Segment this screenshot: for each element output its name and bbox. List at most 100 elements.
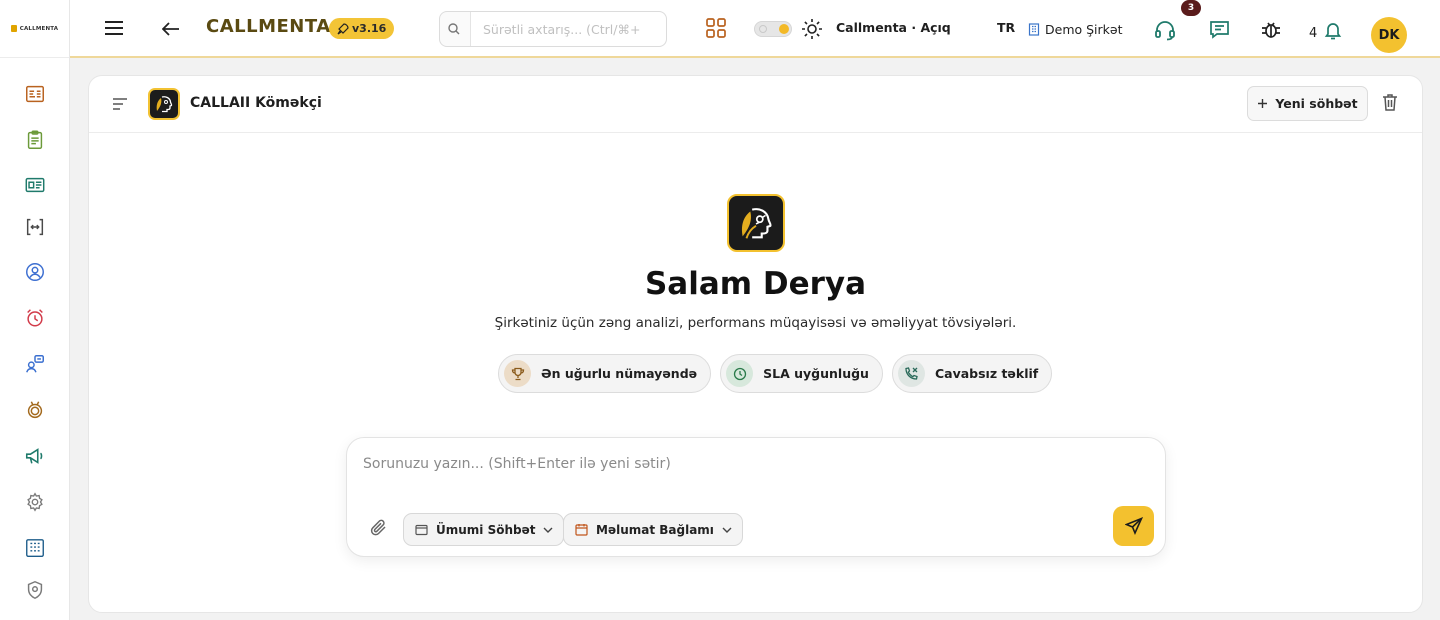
arrow-left-icon: [162, 22, 179, 36]
workspace-label: Callmenta · Açıq: [836, 20, 951, 35]
sidebar-item-integration[interactable]: [23, 215, 47, 239]
sun-icon: [802, 19, 822, 39]
panel-title: CALLAII Köməkçi: [190, 95, 322, 111]
top-header: CALLMENTA v3.16 Callmenta · Açıq TR Demo…: [70, 0, 1440, 58]
send-button[interactable]: [1113, 506, 1154, 546]
bug-icon: [1262, 22, 1280, 38]
hamburger-icon: [105, 21, 123, 35]
version-badge: v3.16: [329, 18, 395, 39]
brand-logo[interactable]: CALLMENTA: [0, 0, 69, 58]
ai-head-icon: [156, 96, 173, 113]
sidebar: CALLMENTA: [0, 0, 70, 620]
company-selector[interactable]: Demo Şirkət: [1028, 19, 1123, 39]
message-input[interactable]: [363, 456, 1143, 496]
chevron-down-icon: [543, 527, 553, 533]
greeting-heading: Salam Derya: [644, 266, 867, 302]
apps-grid-icon: [706, 18, 726, 38]
building-icon: [1028, 22, 1040, 36]
panel-header: CALLAII Köməkçi Yeni söhbət: [89, 76, 1422, 133]
sidebar-item-clipboard[interactable]: [23, 128, 47, 152]
calendar-icon: [575, 524, 588, 536]
suggestion-chips: Ən uğurlu nümayəndə SLA uyğunluğu Cavabs…: [498, 354, 1053, 393]
search-box: [439, 11, 667, 47]
list-icon: [113, 98, 127, 110]
messages-badge: 3: [1181, 0, 1201, 16]
shield-icon: [27, 580, 43, 600]
sidebar-item-cards[interactable]: [23, 173, 47, 197]
chat-mode-select[interactable]: Ümumi Söhbət: [403, 513, 565, 546]
suggestion-label: SLA uyğunluğu: [763, 366, 869, 381]
plus-icon: [1258, 99, 1268, 108]
alarm-clock-icon: [27, 309, 43, 327]
clock-icon: [726, 360, 754, 387]
phone-missed-icon: [897, 360, 925, 387]
user-avatar[interactable]: DK: [1371, 17, 1407, 53]
search-input[interactable]: [470, 12, 666, 46]
paperclip-icon: [370, 519, 386, 536]
sidebar-item-medal[interactable]: [23, 398, 47, 422]
grid-icon: [26, 539, 44, 557]
sidebar-item-dashboard[interactable]: [23, 82, 47, 106]
sidebar-item-settings[interactable]: [23, 490, 47, 514]
assistant-panel: CALLAII Köməkçi Yeni söhbət Salam Derya …: [88, 75, 1423, 613]
gear-icon: [27, 492, 43, 512]
brand-name: CALLMENTA: [19, 25, 59, 32]
user-circle-icon: [26, 263, 44, 281]
apps-button[interactable]: [705, 17, 727, 39]
messages-button[interactable]: [1207, 17, 1231, 41]
suggestion-label: Cavabsız təklif: [934, 366, 1039, 381]
rocket-icon: [337, 22, 349, 34]
chat-mode-label: Ümumi Söhbət: [436, 522, 536, 537]
assistant-logo: [148, 88, 180, 120]
sidebar-item-announcement[interactable]: [23, 444, 47, 468]
app-title: CALLMENTA: [206, 16, 331, 37]
user-chat-icon: [26, 355, 44, 373]
support-button[interactable]: [1153, 18, 1177, 42]
back-button[interactable]: [159, 17, 183, 41]
report-icon: [26, 85, 44, 103]
language-switch[interactable]: TR: [997, 20, 1015, 35]
sidebar-item-alarm[interactable]: [23, 306, 47, 330]
headset-icon: [1155, 21, 1175, 41]
window-icon: [415, 524, 428, 535]
theme-toggle[interactable]: [754, 21, 792, 37]
suggestion-unanswered[interactable]: Cavabsız təklif: [891, 354, 1053, 393]
bug-report-button[interactable]: [1259, 17, 1283, 41]
history-toggle-button[interactable]: [111, 96, 129, 112]
chevron-down-icon: [722, 527, 732, 533]
notifications-button[interactable]: [1323, 20, 1343, 40]
send-icon: [1124, 517, 1143, 535]
code-brackets-icon: [26, 218, 44, 236]
version-text: v3.16: [352, 22, 387, 35]
new-chat-button[interactable]: Yeni söhbət: [1247, 86, 1368, 121]
megaphone-icon: [25, 448, 43, 464]
attach-button[interactable]: [369, 518, 391, 540]
search-icon: [448, 23, 460, 35]
id-card-icon: [25, 177, 45, 193]
data-context-label: Məlumat Bağlamı: [596, 522, 714, 537]
suggestion-sla[interactable]: SLA uyğunluğu: [720, 354, 883, 393]
sidebar-item-grid[interactable]: [23, 536, 47, 560]
bell-icon: [1324, 22, 1342, 39]
message-composer: Ümumi Söhbət Məlumat Bağlamı: [346, 437, 1166, 557]
sidebar-item-user-chat[interactable]: [23, 352, 47, 376]
toggle-knob: [779, 24, 789, 34]
clipboard-icon: [27, 130, 43, 149]
suggestion-top-agent[interactable]: Ən uğurlu nümayəndə: [498, 354, 712, 393]
sidebar-item-security[interactable]: [23, 578, 47, 602]
theme-button[interactable]: [800, 17, 824, 41]
trash-icon: [1383, 94, 1397, 111]
menu-button[interactable]: [102, 16, 126, 40]
hero-logo: [727, 194, 785, 252]
greeting-subtitle: Şirkətiniz üçün zəng analizi, performans…: [494, 315, 1017, 331]
ai-head-icon: [741, 208, 772, 239]
delete-chat-button[interactable]: [1382, 93, 1402, 115]
toggle-off-dot: [759, 25, 767, 33]
company-name: Demo Şirkət: [1045, 21, 1123, 37]
brand-mark-icon: [10, 25, 17, 32]
sidebar-item-user-circle[interactable]: [23, 260, 47, 284]
trophy-icon: [504, 360, 531, 387]
medal-icon: [27, 401, 43, 419]
notification-count: 4: [1309, 26, 1318, 41]
data-context-select[interactable]: Məlumat Bağlamı: [563, 513, 743, 546]
